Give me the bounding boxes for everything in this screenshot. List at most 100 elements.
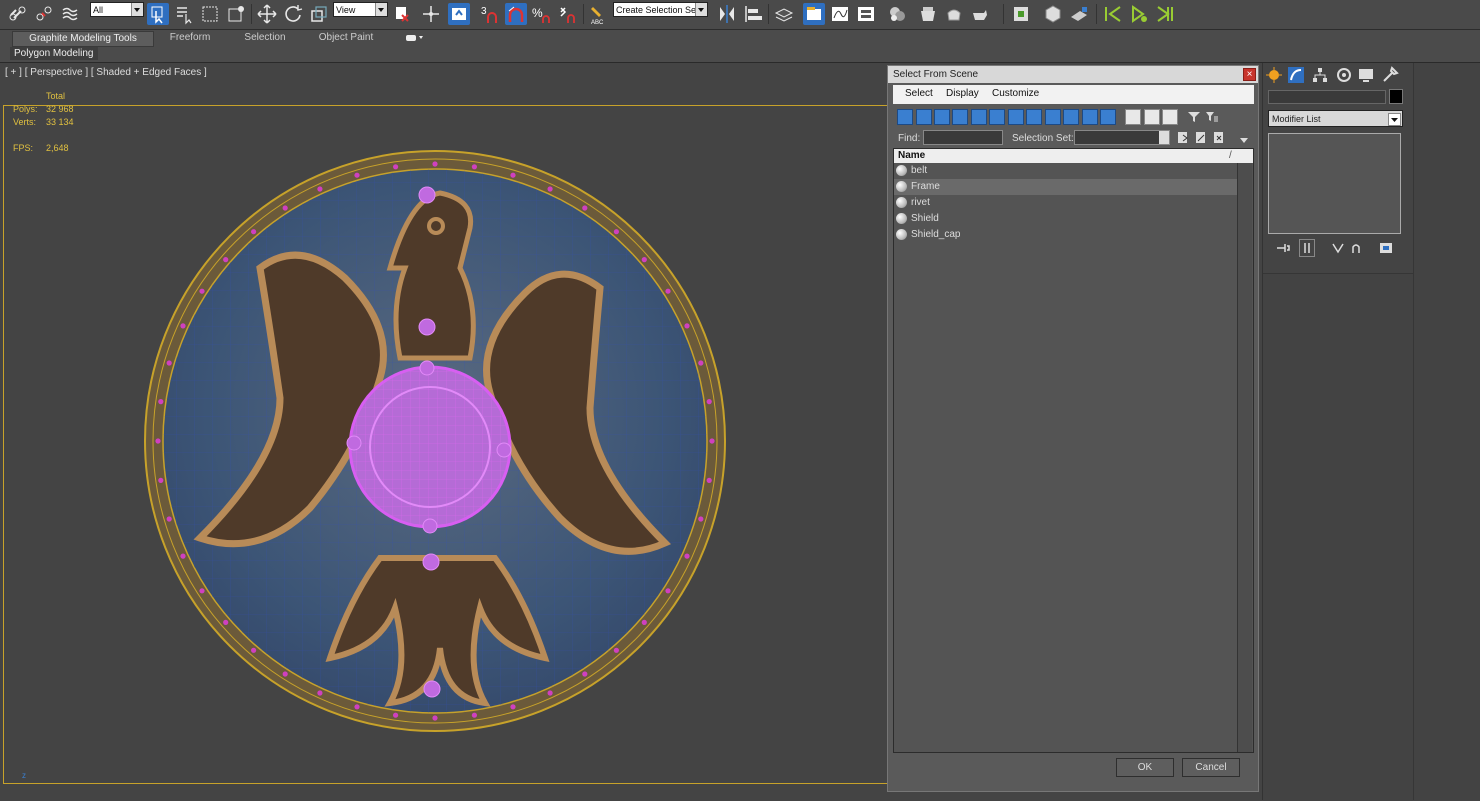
keyboard-shortcut-icon[interactable]: [448, 3, 470, 25]
display-cameras-icon[interactable]: [952, 109, 968, 125]
menu-customize[interactable]: Customize: [992, 88, 1039, 99]
select-by-name-icon[interactable]: [173, 3, 195, 25]
motion-tab-icon[interactable]: [1335, 66, 1353, 84]
named-selection-dropdown[interactable]: Create Selection Se: [613, 2, 708, 17]
display-hidden-icon[interactable]: [1100, 109, 1116, 125]
chevron-down-icon[interactable]: [1159, 131, 1169, 144]
filter-icon[interactable]: [1187, 111, 1201, 123]
mirror-icon[interactable]: [716, 3, 738, 25]
display-tab-icon[interactable]: [1357, 66, 1375, 84]
link-icon[interactable]: [7, 3, 29, 25]
rotate-icon[interactable]: [282, 3, 304, 25]
list-item[interactable]: Shield_cap: [894, 227, 1237, 243]
column-header-name[interactable]: Name /: [894, 149, 1253, 163]
dialog-title[interactable]: Select From Scene: [888, 66, 1258, 83]
bind-spacewarp-icon[interactable]: [59, 3, 81, 25]
anim-next-key-icon[interactable]: [1154, 3, 1176, 25]
scale-icon[interactable]: [308, 3, 330, 25]
snaps-toggle-icon[interactable]: 3: [478, 3, 500, 25]
display-bones-icon[interactable]: [1045, 109, 1061, 125]
list-item[interactable]: rivet: [894, 195, 1237, 211]
modifier-stack[interactable]: [1268, 133, 1401, 234]
pin-stack-icon[interactable]: [1275, 241, 1291, 255]
display-containers-icon[interactable]: [1063, 109, 1079, 125]
rect-region-icon[interactable]: [199, 3, 221, 25]
tab-graphite-modeling-tools[interactable]: Graphite Modeling Tools: [12, 31, 154, 47]
reference-coord-dropdown[interactable]: View: [333, 2, 388, 17]
display-spacewarps-icon[interactable]: [989, 109, 1005, 125]
hierarchy-tab-icon[interactable]: [1311, 66, 1329, 84]
display-all-icon[interactable]: [1125, 109, 1141, 125]
ok-button[interactable]: OK: [1116, 758, 1174, 777]
display-frozen-icon[interactable]: [1082, 109, 1098, 125]
menu-select[interactable]: Select: [905, 88, 933, 99]
close-icon[interactable]: ×: [1243, 68, 1256, 81]
render-production-icon[interactable]: [969, 3, 991, 25]
object-visibility-icon[interactable]: [896, 213, 907, 224]
filter-options-icon[interactable]: [1205, 111, 1219, 123]
object-color-swatch[interactable]: [1389, 89, 1403, 104]
selection-set-dropdown[interactable]: [1074, 130, 1170, 145]
list-item[interactable]: belt: [894, 163, 1237, 179]
object-visibility-icon[interactable]: [896, 229, 907, 240]
display-groups-icon[interactable]: [1008, 109, 1024, 125]
modify-tab-icon[interactable]: [1287, 66, 1305, 84]
make-unique-icon[interactable]: [1331, 241, 1345, 255]
container-icon[interactable]: [1010, 3, 1032, 25]
cancel-button[interactable]: Cancel: [1182, 758, 1240, 777]
angle-snap-icon[interactable]: [505, 3, 527, 25]
delete-selection-set-icon[interactable]: [1212, 130, 1226, 145]
shield-model[interactable]: [140, 128, 740, 753]
create-tab-icon[interactable]: [1265, 66, 1283, 84]
panel-expand-icon[interactable]: [1240, 136, 1248, 144]
anim-prev-key-icon[interactable]: [1102, 3, 1124, 25]
move-icon[interactable]: [256, 3, 278, 25]
tab-freeform[interactable]: Freeform: [160, 31, 220, 45]
chevron-down-icon[interactable]: [1388, 113, 1401, 126]
percent-snap-icon[interactable]: %: [530, 3, 552, 25]
object-name-field[interactable]: [1268, 90, 1386, 104]
edit-selection-set-icon[interactable]: [1194, 130, 1208, 145]
configure-modifier-sets-icon[interactable]: [1379, 241, 1393, 255]
select-object-icon[interactable]: [147, 3, 169, 25]
unlink-icon[interactable]: [33, 3, 55, 25]
object-visibility-icon[interactable]: [896, 181, 907, 192]
display-lights-icon[interactable]: [934, 109, 950, 125]
selection-filter-dropdown[interactable]: All: [90, 2, 144, 17]
display-none-icon[interactable]: [1144, 109, 1160, 125]
list-item[interactable]: Frame: [894, 179, 1237, 195]
edit-named-selection-icon[interactable]: ABC: [587, 3, 609, 25]
layer-manager-icon[interactable]: [773, 3, 795, 25]
graphite-toggle-icon[interactable]: [803, 3, 825, 25]
anim-key-icon[interactable]: [1128, 3, 1150, 25]
schematic-view-icon[interactable]: [855, 3, 877, 25]
display-shapes-icon[interactable]: [916, 109, 932, 125]
modifier-list-dropdown[interactable]: Modifier List: [1268, 110, 1403, 127]
ribbon-options-icon[interactable]: [405, 33, 425, 43]
polygon-modeling-panel[interactable]: Polygon Modeling: [10, 47, 98, 60]
window-crossing-icon[interactable]: [225, 3, 247, 25]
utilities-tab-icon[interactable]: [1381, 66, 1399, 84]
tab-object-paint[interactable]: Object Paint: [310, 31, 382, 45]
object-visibility-icon[interactable]: [896, 197, 907, 208]
display-xrefs-icon[interactable]: [1026, 109, 1042, 125]
menu-display[interactable]: Display: [946, 88, 979, 99]
viewport-label[interactable]: [ + ] [ Perspective ] [ Shaded + Edged F…: [5, 67, 207, 78]
align-icon[interactable]: [742, 3, 764, 25]
display-geometry-icon[interactable]: [897, 109, 913, 125]
remove-modifier-icon[interactable]: [1349, 241, 1363, 255]
render-setup-icon[interactable]: [917, 3, 939, 25]
curve-editor-icon[interactable]: [829, 3, 851, 25]
show-end-result-icon[interactable]: [1299, 239, 1315, 257]
rendered-frame-window-icon[interactable]: [943, 3, 965, 25]
display-invert-icon[interactable]: [1162, 109, 1178, 125]
pivot-center-icon[interactable]: [392, 3, 414, 25]
object-visibility-icon[interactable]: [896, 165, 907, 176]
list-item[interactable]: Shield: [894, 211, 1237, 227]
material-editor-icon[interactable]: [886, 3, 908, 25]
select-manipulate-icon[interactable]: [420, 3, 442, 25]
spinner-snap-icon[interactable]: [556, 3, 578, 25]
list-scrollbar[interactable]: [1237, 163, 1252, 752]
display-helpers-icon[interactable]: [971, 109, 987, 125]
save-selection-set-icon[interactable]: [1176, 130, 1190, 145]
